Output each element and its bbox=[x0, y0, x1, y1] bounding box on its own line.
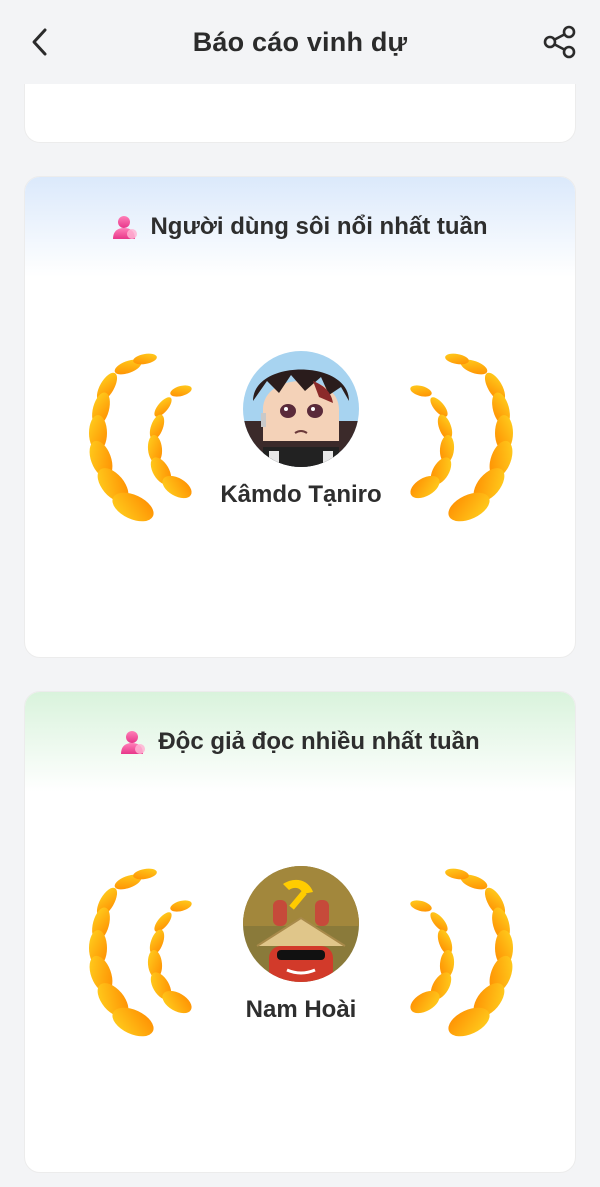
award-card-active-user: Người dùng sôi nổi nhất tuần Kâmdo Tạnir… bbox=[24, 176, 576, 658]
card-title: Người dùng sôi nổi nhất tuần bbox=[150, 213, 488, 240]
user-icon bbox=[112, 214, 138, 240]
back-button[interactable] bbox=[20, 22, 60, 62]
award-block: Nam Hoài bbox=[25, 852, 575, 1052]
share-icon bbox=[543, 25, 576, 59]
top-bar: Báo cáo vinh dự bbox=[0, 0, 600, 84]
winner-name[interactable]: Kâmdo Tạniro bbox=[25, 481, 575, 509]
avatar[interactable] bbox=[243, 866, 359, 982]
card-title: Độc giả đọc nhiều nhất tuần bbox=[158, 728, 480, 755]
card-header: Độc giả đọc nhiều nhất tuần bbox=[25, 692, 575, 792]
avatar[interactable] bbox=[243, 351, 359, 467]
user-icon bbox=[120, 729, 146, 755]
winner-name[interactable]: Nam Hoài bbox=[25, 996, 575, 1024]
page-title: Báo cáo vinh dự bbox=[192, 26, 408, 57]
award-card-top-reader: Độc giả đọc nhiều nhất tuần Nam Hoài bbox=[24, 691, 576, 1173]
share-button[interactable] bbox=[538, 20, 582, 64]
award-block: Kâmdo Tạniro bbox=[25, 337, 575, 537]
card-header: Người dùng sôi nổi nhất tuần bbox=[25, 177, 575, 277]
chevron-left-icon bbox=[32, 28, 47, 56]
